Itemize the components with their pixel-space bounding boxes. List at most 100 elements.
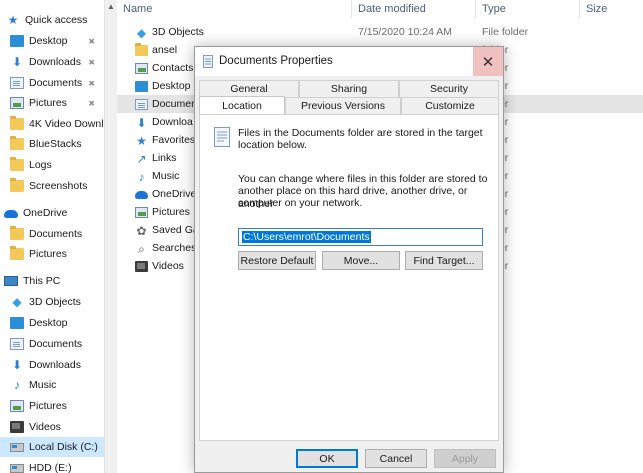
video-icon <box>135 261 148 272</box>
file-date: 7/15/2020 10:24 AM <box>358 26 452 38</box>
tab-customize[interactable]: Customize <box>401 97 499 114</box>
nav-item-label: 3D Objects <box>29 296 81 308</box>
pin-icon: ✚ <box>85 35 97 47</box>
nav-item-logs[interactable]: Logs <box>0 155 104 175</box>
nav-item-quick-access[interactable]: ★ Quick access <box>0 10 104 30</box>
close-button[interactable]: ✕ <box>473 47 503 76</box>
button-label: Restore Default <box>240 254 314 267</box>
column-date-label: Date modified <box>358 3 426 15</box>
pictures-icon <box>135 207 148 218</box>
button-label: OK <box>319 452 335 465</box>
star-icon: ★ <box>7 13 19 27</box>
document-folder-icon <box>214 127 230 147</box>
nav-item-documents[interactable]: Documents ✚ <box>0 73 104 93</box>
nav-item-screenshots[interactable]: Screenshots <box>0 176 104 196</box>
nav-item-videos[interactable]: Videos <box>0 417 104 437</box>
3d-objects-icon: ◆ <box>12 295 22 309</box>
nav-item-label: Documents <box>29 338 83 350</box>
find-target-button[interactable]: Find Target... <box>405 251 483 270</box>
nav-item-downloads[interactable]: ⬇ Downloads <box>0 355 104 375</box>
tab-label: Customize <box>425 100 475 112</box>
column-header-type[interactable]: Type <box>476 0 580 18</box>
file-name: Documen <box>152 98 197 110</box>
nav-item-bluestacks[interactable]: BlueStacks <box>0 134 104 154</box>
file-name: Favorites <box>152 134 196 146</box>
nav-item-this-pc[interactable]: This PC <box>0 271 104 291</box>
desktop-icon <box>10 317 24 329</box>
scroll-up-arrow-icon[interactable]: ▲ <box>107 2 115 11</box>
tab-previous-versions[interactable]: Previous Versions <box>285 97 401 114</box>
pin-icon: ✚ <box>85 97 97 109</box>
nav-item-pictures[interactable]: Pictures <box>0 244 104 264</box>
nav-item-label: Quick access <box>25 14 88 26</box>
file-name: Searches <box>152 242 197 254</box>
folder-icon <box>10 178 24 192</box>
nav-item-label: HDD (E:) <box>29 462 72 473</box>
column-type-label: Type <box>482 3 506 15</box>
tab-location[interactable]: Location <box>199 96 285 114</box>
star-icon: ★ <box>136 134 147 148</box>
download-arrow-icon: ⬇ <box>11 55 23 69</box>
nav-item-desktop[interactable]: Desktop <box>0 313 104 333</box>
link-arrow-icon: ↗ <box>136 152 147 166</box>
nav-scrollbar[interactable]: ▲ <box>104 0 117 473</box>
desktop-icon <box>135 81 148 92</box>
nav-item-documents[interactable]: Documents <box>0 334 104 354</box>
document-icon <box>10 77 24 89</box>
nav-item-label: Downloads <box>29 359 81 371</box>
folder-icon <box>10 157 24 171</box>
nav-item-documents[interactable]: Documents <box>0 224 104 244</box>
nav-item-label: Desktop <box>29 317 68 329</box>
nav-item-label: 4K Video Downlo <box>29 118 104 130</box>
column-header-name[interactable]: Name <box>117 0 352 18</box>
close-icon: ✕ <box>481 53 495 71</box>
list-item[interactable]: ◆ 3D Objects 7/15/2020 10:24 AM File folder <box>117 23 643 41</box>
ok-button[interactable]: OK <box>296 449 358 468</box>
tab-sharing[interactable]: Sharing <box>299 80 399 97</box>
nav-item-desktop[interactable]: Desktop ✚ <box>0 31 104 51</box>
file-name: Downloa <box>152 116 193 128</box>
apply-button[interactable]: Apply <box>434 449 496 468</box>
tab-security[interactable]: Security <box>399 80 499 97</box>
description-line-1: You can change where files in this folde… <box>238 173 488 185</box>
music-note-icon: ♪ <box>14 378 20 392</box>
nav-item-music[interactable]: ♪ Music <box>0 375 104 395</box>
dialog-title-bar[interactable]: Documents Properties ✕ <box>195 47 503 76</box>
tab-general[interactable]: General <box>199 80 299 97</box>
nav-item-local-disk-c[interactable]: Local Disk (C:) <box>0 437 104 457</box>
nav-item-pictures[interactable]: Pictures ✚ <box>0 93 104 113</box>
tab-label: Sharing <box>330 83 368 95</box>
nav-item-4k-video-downlo[interactable]: 4K Video Downlo <box>0 114 104 134</box>
pictures-icon <box>10 400 24 412</box>
desktop-icon <box>10 35 24 47</box>
nav-item-label: Pictures <box>29 97 67 109</box>
button-label: Move... <box>343 254 379 267</box>
nav-item-downloads[interactable]: ⬇ Downloads ✚ <box>0 52 104 72</box>
video-icon <box>10 421 24 433</box>
restore-default-button[interactable]: Restore Default <box>238 251 316 270</box>
cancel-button[interactable]: Cancel <box>365 449 427 468</box>
column-header-size[interactable]: Size <box>580 0 643 18</box>
cloud-icon <box>135 191 148 199</box>
nav-item-pictures[interactable]: Pictures <box>0 396 104 416</box>
pin-icon: ✚ <box>85 77 97 89</box>
file-name: Videos <box>152 260 184 272</box>
nav-item-onedrive[interactable]: OneDrive <box>0 203 104 223</box>
file-name: 3D Objects <box>152 26 204 38</box>
column-size-label: Size <box>586 3 608 15</box>
target-path-input[interactable]: C:\Users\emrot\Documents <box>238 228 483 246</box>
saved-games-icon: ✿ <box>136 224 147 238</box>
nav-item-3d-objects[interactable]: ◆ 3D Objects <box>0 292 104 312</box>
tab-label: Security <box>430 83 468 95</box>
nav-item-hdd-e[interactable]: HDD (E:) <box>0 458 104 473</box>
nav-item-label: Videos <box>29 421 61 433</box>
tab-label: General <box>230 83 268 95</box>
folder-icon <box>10 226 24 240</box>
download-arrow-icon: ⬇ <box>136 116 147 130</box>
navigation-pane: ★ Quick access Desktop ✚ ⬇ Downloads ✚ Document… <box>0 0 117 473</box>
column-name-label: Name <box>123 3 153 15</box>
column-header-date[interactable]: Date modified <box>352 0 476 18</box>
document-icon <box>10 338 24 350</box>
move-button[interactable]: Move... <box>322 251 400 270</box>
location-tab-panel: Files in the Documents folder are stored… <box>199 114 499 441</box>
